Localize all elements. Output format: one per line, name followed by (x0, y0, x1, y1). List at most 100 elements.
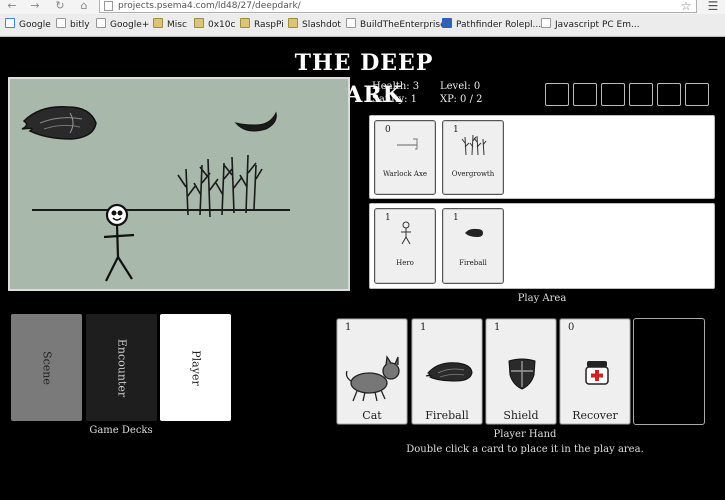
card-hero[interactable]: 1 Hero (374, 208, 436, 284)
xp-stat: XP: 0 / 2 (440, 94, 483, 105)
forward-icon[interactable]: → (27, 0, 43, 13)
page-icon (541, 18, 551, 28)
address-bar[interactable]: projects.psema4.com/ld48/27/deepdark/ (99, 0, 697, 13)
bookmark-label: bitly (70, 20, 90, 30)
hand-instructions: Double click a card to place it in the p… (406, 444, 644, 455)
url-row: ← → ↻ ⌂ projects.psema4.com/ld48/27/deep… (0, 0, 725, 14)
page-icon (56, 18, 66, 28)
bookmark-bitly[interactable]: bitly (56, 18, 90, 33)
card-overgrowth[interactable]: 1 Overgrowth (442, 120, 504, 195)
page-icon (346, 18, 356, 28)
inventory-slot[interactable] (629, 83, 653, 106)
bookmark-label: Javascript PC Em... (555, 20, 640, 30)
card-warlock-axe[interactable]: 0 Warlock Axe (374, 120, 436, 195)
bookmark-slashdot[interactable]: Slashdot (288, 18, 341, 33)
inventory-slot[interactable] (685, 83, 709, 106)
deck-label: Scene (40, 350, 53, 385)
page-icon (96, 18, 106, 28)
play-area-row-items: 0 Warlock Axe 1 Overgrowth (369, 115, 715, 199)
hand-card-cat[interactable]: 1 Cat (336, 318, 408, 425)
stats-right: Level: 0 XP: 0 / 2 (440, 80, 483, 106)
bookmark-google[interactable]: Google (5, 18, 51, 33)
scene-view (8, 77, 350, 291)
fireball-icon (465, 228, 483, 237)
bookmark-pathfinder[interactable]: Pathfinder Rolepl... (442, 18, 541, 33)
hand-card-fireball[interactable]: 1 Fireball (411, 318, 483, 425)
game-decks-label: Game Decks (89, 425, 153, 436)
bookmark-label: Pathfinder Rolepl... (456, 20, 542, 30)
axe-icon (397, 138, 418, 150)
card-count: 0 (385, 125, 391, 135)
card-name: Recover (572, 409, 618, 422)
back-icon[interactable]: ← (4, 0, 20, 13)
grass-icon (177, 154, 263, 218)
card-name: Cat (362, 409, 382, 422)
card-count: 1 (494, 322, 501, 333)
stats-left: Health: 3 Sanity: 1 (372, 80, 419, 106)
folder-icon (153, 18, 163, 28)
hand-card-shield[interactable]: 1 Shield (485, 318, 557, 425)
page-icon (104, 1, 113, 11)
bookmark-misc[interactable]: Misc (153, 18, 187, 33)
deck-label: Player (189, 349, 202, 386)
sanity-stat: Sanity: 1 (372, 94, 418, 105)
card-fireball[interactable]: 1 Fireball (442, 208, 504, 284)
bookmark-star-icon[interactable]: ☆ (677, 0, 695, 13)
inventory-slot[interactable] (545, 83, 569, 106)
stick-figure-icon (401, 221, 411, 245)
player-hand-label: Player Hand (493, 429, 557, 440)
card-name: Hero (396, 259, 414, 267)
inventory-slot[interactable] (601, 83, 625, 106)
inventory-slots (545, 83, 709, 106)
card-name: Fireball (459, 259, 487, 267)
scene-illustration (21, 106, 290, 282)
hand-empty-slot[interactable] (633, 318, 705, 425)
folder-icon (288, 18, 298, 28)
game-title: THE DEEP DARK (294, 50, 434, 108)
bookmark-label: Misc (167, 20, 187, 30)
folder-icon (194, 18, 204, 28)
card-count: 1 (385, 213, 391, 223)
folder-icon (240, 18, 250, 28)
home-icon[interactable]: ⌂ (76, 0, 92, 13)
encounter-deck[interactable]: Encounter (86, 314, 157, 421)
card-name: Fireball (425, 409, 469, 422)
bookmark-label: Slashdot (302, 20, 341, 30)
bookmarks-bar: Google bitly Google+ Misc 0x10c RaspPi S… (0, 15, 725, 35)
play-area-label: Play Area (517, 293, 567, 304)
fireball-icon (425, 362, 473, 382)
cat-icon (345, 355, 400, 402)
play-area-row-actors: 1 Hero 1 Fireball (369, 203, 715, 289)
card-name: Warlock Axe (382, 170, 428, 178)
page-icon (442, 18, 452, 28)
bookmark-google-plus[interactable]: Google+ (96, 18, 149, 33)
shield-icon (508, 358, 536, 390)
menu-icon[interactable]: ☰ (704, 0, 722, 13)
inventory-slot[interactable] (573, 83, 597, 106)
hero-stick-figure (103, 203, 135, 282)
health-stat: Health: 3 (372, 81, 420, 92)
hand-card-recover[interactable]: 0 Recover (559, 318, 631, 425)
bookmark-label: RaspPi (254, 20, 284, 30)
bookmark-buildtheenterprise[interactable]: BuildTheEnterprise (346, 18, 446, 33)
grass-icon (461, 134, 487, 156)
inventory-slot[interactable] (657, 83, 681, 106)
scene-deck[interactable]: Scene (11, 314, 82, 421)
bookmark-javascript-pc[interactable]: Javascript PC Em... (541, 18, 640, 33)
bookmark-label: Google+ (110, 20, 150, 30)
google-icon (5, 18, 15, 28)
url-text: projects.psema4.com/ld48/27/deepdark/ (118, 1, 301, 11)
bookmark-0x10c[interactable]: 0x10c (194, 18, 235, 33)
player-deck[interactable]: Player (160, 314, 231, 421)
card-count: 1 (453, 213, 459, 223)
potion-icon (585, 361, 609, 385)
deck-label: Encounter (115, 338, 128, 397)
level-stat: Level: 0 (440, 81, 481, 92)
bookmark-label: Google (19, 20, 51, 30)
reload-icon[interactable]: ↻ (52, 0, 68, 13)
bookmark-raspi[interactable]: RaspPi (240, 18, 284, 33)
bookmark-label: BuildTheEnterprise (360, 20, 446, 30)
card-name: Shield (503, 409, 539, 422)
bookmark-label: 0x10c (208, 20, 236, 30)
fireball-icon (21, 106, 97, 140)
